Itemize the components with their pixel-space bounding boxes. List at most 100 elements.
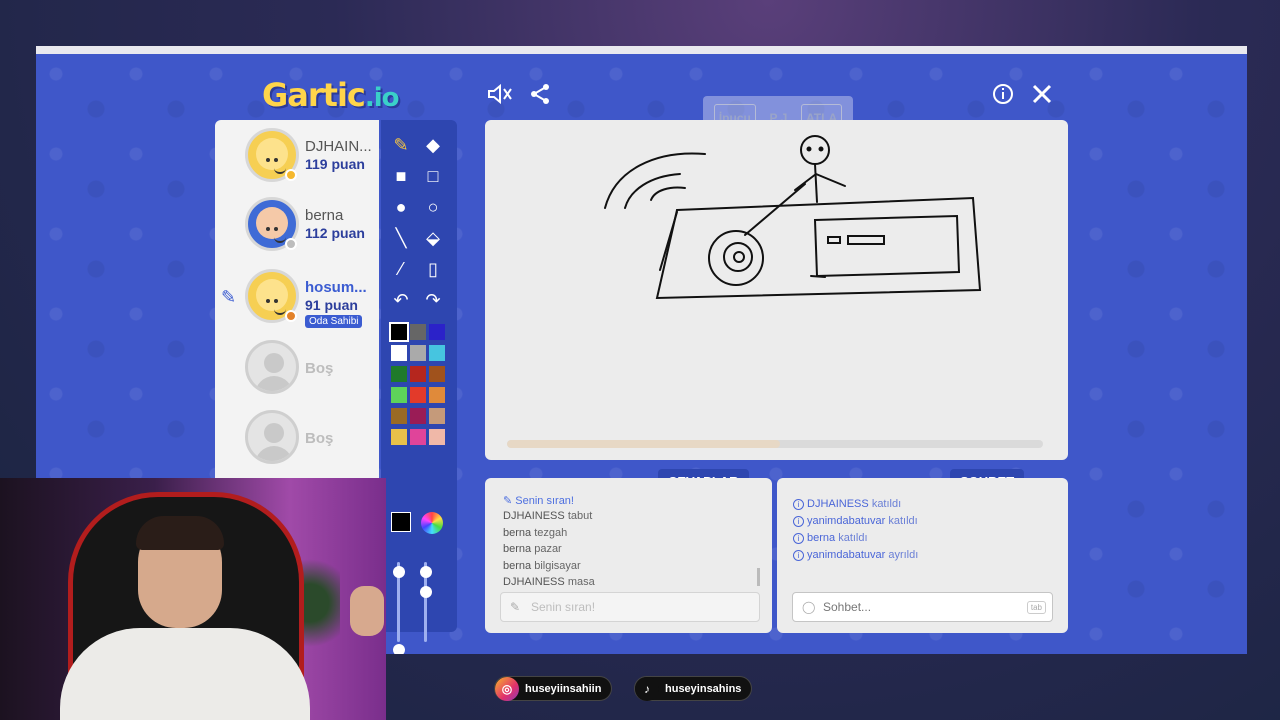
turn-message: ✎ Senin sıran! bbox=[503, 494, 574, 507]
status-dot bbox=[285, 310, 297, 322]
eyedropper-icon[interactable]: ⁄ bbox=[387, 256, 415, 282]
chat-action: ayrıldı bbox=[888, 549, 919, 561]
color-swatch[interactable] bbox=[429, 324, 445, 340]
answers-panel: ✎ Senin sıran! DJHAINESS tabut berna tez… bbox=[485, 478, 772, 633]
line-tool-icon[interactable]: ╲ bbox=[387, 225, 415, 251]
color-swatch[interactable] bbox=[389, 322, 409, 342]
opacity-slider-knob-lower[interactable] bbox=[420, 586, 432, 598]
color-swatch[interactable] bbox=[410, 345, 426, 361]
info-icon[interactable] bbox=[989, 80, 1017, 108]
filled-circle-tool-icon[interactable]: ● bbox=[387, 194, 415, 220]
brush-size-slider-knob-lower[interactable] bbox=[393, 644, 405, 654]
instagram-handle: huseyiinsahiin bbox=[525, 682, 602, 695]
color-swatch[interactable] bbox=[429, 366, 445, 382]
chat-user: yanimdabatuvar bbox=[807, 515, 886, 527]
info-icon: i bbox=[793, 550, 804, 561]
pencil-icon: ✎ bbox=[503, 495, 516, 507]
color-swatch[interactable] bbox=[429, 408, 445, 424]
brush-size-slider-knob[interactable] bbox=[393, 566, 405, 578]
status-dot bbox=[285, 169, 297, 181]
filled-rect-tool-icon[interactable]: ■ bbox=[387, 163, 415, 189]
chat-message: i yanimdabatuvar katıldı bbox=[793, 515, 918, 527]
chat-action: katıldı bbox=[871, 498, 902, 510]
guess-row: berna pazar bbox=[503, 543, 562, 555]
answer-input-placeholder: Senin sıran! bbox=[531, 600, 596, 614]
current-color-swatch bbox=[391, 512, 411, 532]
guess-word: masa bbox=[567, 576, 595, 588]
empty-avatar-icon bbox=[245, 340, 299, 394]
chat-input[interactable]: ◯ Sohbet... tab bbox=[792, 592, 1053, 622]
color-swatch[interactable] bbox=[391, 429, 407, 445]
pencil-icon: ✎ bbox=[510, 600, 521, 614]
guess-word: bilgisayar bbox=[534, 560, 581, 572]
chat-message: i berna katıldı bbox=[793, 532, 868, 544]
drawing-sketch bbox=[604, 135, 982, 300]
eraser-tool-icon[interactable]: ◆ bbox=[419, 132, 447, 158]
guess-word: pazar bbox=[534, 543, 562, 555]
share-icon[interactable] bbox=[526, 80, 554, 108]
color-swatch[interactable] bbox=[429, 387, 445, 403]
color-swatch[interactable] bbox=[429, 345, 445, 361]
rect-tool-icon[interactable]: □ bbox=[419, 163, 447, 189]
chat-message: i yanimdabatuvar ayrıldı bbox=[793, 549, 918, 561]
chat-action: katıldı bbox=[888, 515, 918, 527]
guess-row: DJHAINESS masa bbox=[503, 576, 595, 588]
guess-word: tezgah bbox=[534, 527, 568, 539]
drawing-canvas[interactable] bbox=[485, 120, 1068, 460]
color-swatch[interactable] bbox=[410, 324, 426, 340]
color-swatch[interactable] bbox=[429, 429, 445, 445]
undo-icon[interactable]: ↶ bbox=[387, 287, 415, 313]
color-swatch[interactable] bbox=[410, 408, 426, 424]
player-score: 112 puan bbox=[305, 225, 365, 241]
player-score: 119 puan bbox=[305, 156, 365, 172]
player-score: 91 puan bbox=[305, 297, 358, 313]
color-swatch[interactable] bbox=[410, 429, 426, 445]
guess-row: DJHAINESS tabut bbox=[503, 510, 592, 522]
streamer-body bbox=[60, 628, 310, 720]
answer-input[interactable]: ✎ Senin sıran! bbox=[500, 592, 760, 622]
turn-text: Senin sıran! bbox=[515, 495, 574, 507]
guess-user: DJHAINESS bbox=[503, 576, 565, 588]
guess-user: berna bbox=[503, 560, 532, 572]
player-item[interactable]: DJHAIN... 119 puan bbox=[215, 124, 375, 190]
empty-slot-label: Boş bbox=[305, 360, 334, 377]
browser-top-bar bbox=[36, 46, 1247, 54]
color-swatch[interactable] bbox=[410, 366, 426, 382]
color-swatch[interactable] bbox=[391, 366, 407, 382]
close-icon[interactable] bbox=[1028, 80, 1056, 108]
circle-tool-icon[interactable]: ○ bbox=[419, 194, 447, 220]
answers-scrollbar[interactable] bbox=[757, 568, 760, 586]
player-item[interactable]: ✎ hosum... 91 puan Oda Sahibi bbox=[215, 265, 375, 331]
opacity-slider-knob[interactable] bbox=[420, 566, 432, 578]
guess-row: berna tezgah bbox=[503, 527, 567, 539]
guess-row: berna bilgisayar bbox=[503, 560, 581, 572]
color-swatch[interactable] bbox=[391, 345, 407, 361]
info-icon: i bbox=[793, 533, 804, 544]
info-icon: i bbox=[793, 516, 804, 527]
empty-avatar-icon bbox=[245, 410, 299, 464]
color-swatch[interactable] bbox=[410, 387, 426, 403]
page-icon[interactable]: ▯ bbox=[419, 256, 447, 282]
chat-input-placeholder: Sohbet... bbox=[823, 600, 872, 614]
player-item[interactable]: berna 112 puan bbox=[215, 193, 375, 259]
tiktok-handle: huseyinsahins bbox=[665, 682, 742, 695]
color-swatch[interactable] bbox=[391, 408, 407, 424]
gartic-logo: Gartic.io bbox=[262, 76, 400, 114]
chat-action: katıldı bbox=[838, 532, 868, 544]
empty-slot-label: Boş bbox=[305, 430, 334, 447]
sound-mute-icon[interactable] bbox=[486, 80, 514, 108]
color-wheel-icon[interactable] bbox=[421, 512, 443, 534]
logo-suffix: .io bbox=[364, 83, 400, 113]
webcam-overlay bbox=[0, 478, 386, 720]
pencil-tool-icon[interactable]: ✎ bbox=[387, 132, 415, 158]
empty-slot: Boş bbox=[215, 336, 375, 402]
streamer-hair bbox=[136, 516, 224, 550]
instagram-badge: ◎ huseyiinsahiin bbox=[494, 676, 613, 701]
chat-user: yanimdabatuvar bbox=[807, 549, 886, 561]
redo-icon[interactable]: ↷ bbox=[419, 287, 447, 313]
tiktok-icon: ♪ bbox=[635, 676, 659, 701]
color-swatch[interactable] bbox=[391, 387, 407, 403]
fill-bucket-icon[interactable]: ⬙ bbox=[419, 225, 447, 251]
chat-message: i DJHAINESS katıldı bbox=[793, 498, 901, 510]
guess-word: tabut bbox=[567, 510, 593, 522]
